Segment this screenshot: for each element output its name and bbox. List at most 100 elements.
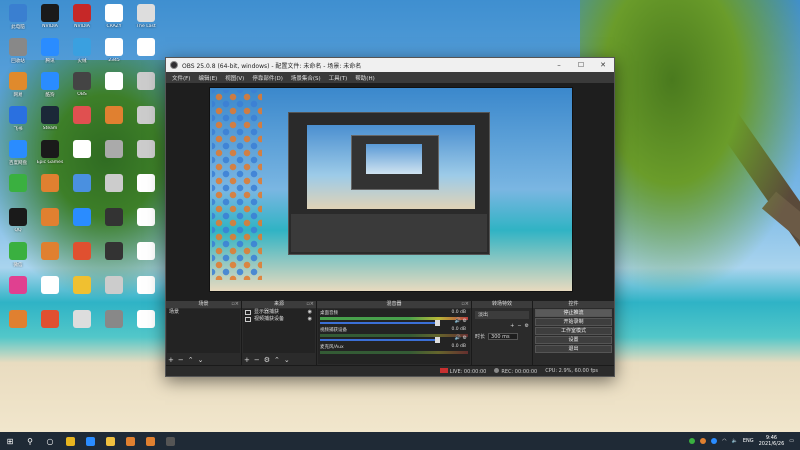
desktop-shortcut[interactable]: CRAZY: [98, 2, 130, 36]
obs-window[interactable]: OBS 25.0.8 (64-bit, windows) - 配置文件: 未命名…: [165, 57, 615, 377]
volume-slider[interactable]: [320, 337, 441, 343]
desktop-shortcut[interactable]: [66, 138, 98, 172]
dock-close-icon[interactable]: ▫×: [231, 301, 239, 308]
app-icon[interactable]: [140, 432, 160, 450]
desktop-shortcut[interactable]: [130, 274, 162, 308]
desktop-shortcut[interactable]: [130, 104, 162, 138]
desktop-shortcut[interactable]: QQ: [2, 206, 34, 240]
minimize-button[interactable]: –: [548, 58, 570, 72]
desktop-shortcut[interactable]: 飞书: [2, 104, 34, 138]
language-indicator[interactable]: ENG: [743, 438, 754, 444]
desktop-shortcut[interactable]: [2, 308, 34, 342]
chrome-icon[interactable]: [60, 432, 80, 450]
remove-icon[interactable]: −: [517, 323, 521, 329]
volume-slider[interactable]: [320, 320, 441, 326]
obs-icon[interactable]: [160, 432, 180, 450]
desktop-shortcut[interactable]: 酷狗: [34, 70, 66, 104]
title-bar[interactable]: OBS 25.0.8 (64-bit, windows) - 配置文件: 未命名…: [166, 58, 614, 72]
app-icon[interactable]: [120, 432, 140, 450]
gear-icon[interactable]: ⚙: [264, 355, 270, 365]
start-recording-button[interactable]: 开始录制: [535, 318, 612, 326]
desktop-shortcut[interactable]: [98, 70, 130, 104]
desktop-shortcut[interactable]: [130, 70, 162, 104]
desktop-shortcut[interactable]: [66, 308, 98, 342]
desktop-shortcut[interactable]: NVIDIA: [66, 2, 98, 36]
volume-icon[interactable]: 🔈: [732, 438, 738, 444]
desktop-shortcut[interactable]: [130, 138, 162, 172]
desktop-shortcut[interactable]: [130, 36, 162, 70]
desktop-shortcut[interactable]: [66, 274, 98, 308]
desktop-shortcut[interactable]: [34, 206, 66, 240]
settings-button[interactable]: 设置: [535, 336, 612, 344]
add-icon[interactable]: +: [244, 355, 250, 365]
desktop-shortcut[interactable]: The Last: [130, 2, 162, 36]
desktop-shortcut[interactable]: [98, 206, 130, 240]
desktop-shortcut[interactable]: 腾讯: [34, 36, 66, 70]
clock[interactable]: 9:46 2021/6/26: [759, 435, 785, 447]
menu-file[interactable]: 文件(F): [168, 74, 194, 82]
close-button[interactable]: ✕: [592, 58, 614, 72]
add-icon[interactable]: +: [510, 323, 514, 329]
menu-tools[interactable]: 工具(T): [325, 74, 352, 82]
desktop-shortcut[interactable]: 2345: [98, 36, 130, 70]
desktop-shortcut[interactable]: [98, 172, 130, 206]
remove-icon[interactable]: −: [178, 355, 184, 365]
desktop-shortcut[interactable]: [34, 274, 66, 308]
menu-scene-collection[interactable]: 场景集合(S): [287, 74, 325, 82]
wechat-tray-icon[interactable]: [689, 438, 696, 444]
add-icon[interactable]: +: [168, 355, 174, 365]
desktop-shortcut[interactable]: 火绒: [66, 36, 98, 70]
move-up-icon[interactable]: ⌃: [274, 355, 280, 365]
preview-canvas[interactable]: [209, 87, 573, 292]
source-item[interactable]: 视频捕获设备 ◉: [243, 316, 315, 323]
desktop-shortcut[interactable]: OBS: [66, 70, 98, 104]
gear-icon[interactable]: ⚙: [463, 335, 467, 341]
desktop-shortcut[interactable]: [66, 206, 98, 240]
sources-list[interactable]: 显示器捕获 ◉ 视频捕获设备 ◉: [243, 309, 315, 353]
desktop-shortcut[interactable]: [130, 308, 162, 342]
transition-select[interactable]: 淡出: [475, 311, 529, 319]
exit-button[interactable]: 退出: [535, 345, 612, 353]
gear-icon[interactable]: ⚙: [525, 323, 529, 329]
desktop-shortcut[interactable]: [66, 240, 98, 274]
maximize-button[interactable]: ☐: [570, 58, 592, 72]
dock-close-icon[interactable]: ▫×: [306, 301, 314, 308]
wifi-icon[interactable]: ◠: [722, 438, 726, 444]
move-down-icon[interactable]: ⌄: [198, 355, 204, 365]
menu-help[interactable]: 帮助(H): [351, 74, 378, 82]
desktop-shortcut[interactable]: [98, 104, 130, 138]
app-tray-icon[interactable]: [711, 438, 718, 444]
explorer-icon[interactable]: [100, 432, 120, 450]
scenes-list[interactable]: 场景: [167, 309, 240, 353]
search-icon[interactable]: ⚲: [20, 432, 40, 450]
source-item[interactable]: 显示器捕获 ◉: [243, 309, 315, 316]
desktop-shortcut[interactable]: [130, 240, 162, 274]
desktop-shortcut[interactable]: [2, 172, 34, 206]
windows-icon[interactable]: ⊞: [0, 432, 20, 450]
menu-edit[interactable]: 编辑(E): [194, 74, 221, 82]
desktop-shortcut[interactable]: Epic Games: [34, 138, 66, 172]
eye-icon[interactable]: ◉: [308, 316, 312, 323]
desktop-shortcut[interactable]: [34, 240, 66, 274]
gear-icon[interactable]: ⚙: [463, 318, 467, 324]
desktop-shortcut[interactable]: 回收站: [2, 36, 34, 70]
desktop-shortcut[interactable]: [130, 172, 162, 206]
app-tray-icon[interactable]: [700, 438, 707, 444]
desktop-shortcut[interactable]: [98, 240, 130, 274]
desktop-shortcut[interactable]: NVIDIA: [34, 2, 66, 36]
move-up-icon[interactable]: ⌃: [188, 355, 194, 365]
speaker-icon[interactable]: 🔊: [455, 318, 461, 324]
desktop-shortcut[interactable]: [66, 104, 98, 138]
menu-docks[interactable]: 停靠部件(D): [248, 74, 287, 82]
desktop-shortcut[interactable]: 微信: [2, 240, 34, 274]
studio-mode-button[interactable]: 工作室模式: [535, 327, 612, 335]
remove-icon[interactable]: −: [254, 355, 260, 365]
move-down-icon[interactable]: ⌄: [284, 355, 290, 365]
eye-icon[interactable]: ◉: [308, 309, 312, 316]
menu-view[interactable]: 视图(V): [221, 74, 248, 82]
desktop-shortcut[interactable]: [130, 206, 162, 240]
desktop-shortcut[interactable]: [66, 172, 98, 206]
desktop-shortcut[interactable]: [98, 308, 130, 342]
desktop-shortcut[interactable]: 网易: [2, 70, 34, 104]
notification-icon[interactable]: ▭: [789, 438, 794, 444]
